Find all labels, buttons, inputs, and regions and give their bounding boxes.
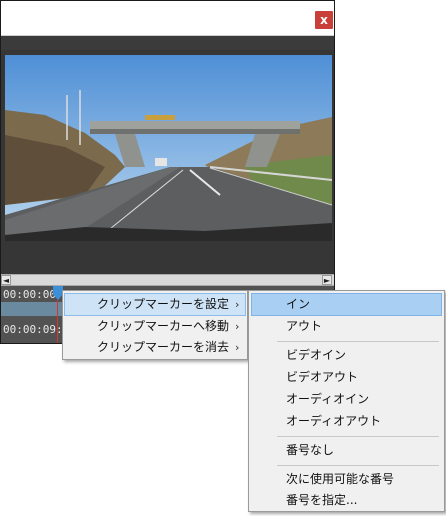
menu-item-label: クリップマーカーを消去 — [97, 340, 230, 354]
scroll-left-button[interactable]: ◄ — [1, 275, 11, 285]
horizontal-scrollbar[interactable]: ◄ ► — [1, 274, 334, 286]
playhead-line — [57, 300, 58, 343]
submenu-item-label: イン — [286, 297, 311, 311]
submenu-item-next-available-number[interactable]: 次に使用可能な番号 — [252, 469, 441, 490]
submenu-item-label: オーディオイン — [286, 392, 370, 406]
submenu-item-audio-in[interactable]: オーディオイン — [252, 389, 441, 410]
menu-separator — [277, 465, 439, 466]
submenu-item-label: 次に使用可能な番号 — [286, 472, 395, 486]
submenu-item-label: アウト — [286, 319, 323, 333]
submenu-item-label: 番号を指定... — [286, 493, 358, 507]
video-preview — [5, 55, 332, 241]
title-bar: x — [1, 1, 334, 36]
menu-item-label: クリップマーカーへ移動 — [97, 319, 230, 333]
submenu-arrow-icon: › — [235, 320, 240, 333]
menu-separator — [277, 436, 439, 437]
submenu-item-specify-number[interactable]: 番号を指定... — [252, 490, 441, 511]
menu-item-goto-clip-marker[interactable]: クリップマーカーへ移動 › — [65, 316, 245, 337]
menu-item-clear-clip-marker[interactable]: クリップマーカーを消去 › — [65, 337, 245, 358]
submenu-item-label: ビデオイン — [286, 348, 347, 362]
submenu-arrow-icon: › — [235, 298, 240, 311]
submenu-item-video-in[interactable]: ビデオイン — [252, 345, 441, 366]
preview-area — [1, 50, 334, 274]
header-strip — [1, 36, 334, 50]
menu-separator — [277, 341, 439, 342]
submenu-item-label: オーディオアウト — [286, 414, 382, 428]
timecode-current: 00:00:00 — [3, 288, 56, 301]
road-scene-image — [5, 55, 332, 241]
menu-item-set-clip-marker[interactable]: クリップマーカーを設定 › — [64, 293, 246, 316]
submenu-item-no-number[interactable]: 番号なし — [252, 440, 441, 461]
submenu-item-out[interactable]: アウト — [252, 316, 441, 337]
submenu-item-label: ビデオアウト — [286, 370, 359, 384]
context-menu: クリップマーカーを設定 › クリップマーカーへ移動 › クリップマーカーを消去 … — [62, 290, 248, 360]
submenu-item-video-out[interactable]: ビデオアウト — [252, 367, 441, 388]
submenu-arrow-icon: › — [235, 341, 240, 354]
submenu-item-in[interactable]: イン — [251, 293, 442, 316]
menu-item-label: クリップマーカーを設定 — [97, 297, 230, 311]
submenu-item-audio-out[interactable]: オーディオアウト — [252, 411, 441, 432]
submenu-set-clip-marker: イン アウト ビデオイン ビデオアウト オーディオイン オーディオアウト 番号な… — [248, 290, 445, 512]
close-button[interactable]: x — [315, 11, 333, 29]
submenu-item-label: 番号なし — [286, 443, 335, 457]
scroll-right-button[interactable]: ► — [322, 275, 332, 285]
